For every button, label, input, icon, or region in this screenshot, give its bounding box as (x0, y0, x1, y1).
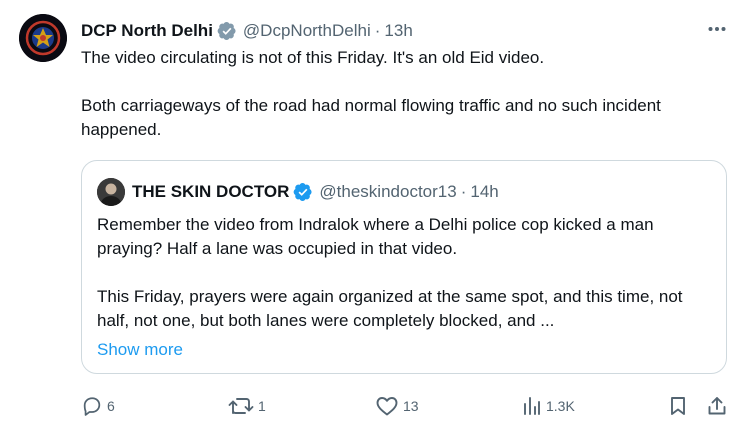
share-button[interactable] (706, 392, 728, 420)
show-more-link[interactable]: Show more (97, 338, 183, 362)
tweet-paragraph: The video circulating is not of this Fri… (81, 48, 545, 67)
author-handle[interactable]: @DcpNorthDelhi (243, 21, 371, 41)
share-icon (708, 397, 726, 415)
reply-button[interactable]: 6 (81, 392, 115, 420)
quoted-author-avatar[interactable] (97, 178, 125, 206)
more-horizontal-icon (708, 27, 726, 31)
tweet-header: DCP North Delhi @DcpNorthDelhi · 13h (81, 20, 413, 42)
reply-count: 6 (107, 398, 115, 414)
separator-dot: · (460, 182, 467, 201)
tweet-actions: 6 1 13 1.3K (0, 392, 745, 420)
analytics-bars-icon (524, 397, 540, 415)
like-button[interactable]: 13 (375, 392, 419, 420)
retweet-count: 1 (258, 398, 266, 414)
quoted-tweet-timestamp[interactable]: 14h (470, 182, 498, 202)
author-avatar[interactable] (19, 14, 67, 62)
tweet-timestamp[interactable]: 13h (384, 21, 412, 41)
retweet-icon (228, 398, 254, 414)
quoted-author-handle[interactable]: @theskindoctor13 (319, 182, 456, 202)
tweet-text: The video circulating is not of this Fri… (81, 46, 721, 142)
heart-icon (376, 397, 398, 416)
bookmark-button[interactable] (668, 392, 688, 420)
views-button[interactable]: 1.3K (522, 392, 575, 420)
tweet[interactable]: DCP North Delhi @DcpNorthDelhi · 13h The… (0, 0, 745, 427)
quoted-author-name[interactable]: THE SKIN DOCTOR (132, 182, 289, 202)
verified-badge-icon (293, 182, 313, 202)
retweet-button[interactable]: 1 (228, 392, 266, 420)
bookmark-icon (671, 397, 685, 415)
more-options-button[interactable] (706, 18, 728, 40)
quoted-tweet-text: Remember the video from Indralok where a… (97, 213, 712, 333)
quoted-tweet[interactable]: THE SKIN DOCTOR @theskindoctor13 · 14h R… (81, 160, 727, 374)
person-avatar-icon (97, 178, 125, 206)
quoted-tweet-paragraph: Remember the video from Indralok where a… (97, 215, 654, 258)
police-emblem-icon (19, 14, 67, 62)
views-count: 1.3K (546, 398, 575, 414)
verified-badge-icon (217, 21, 237, 41)
quoted-tweet-paragraph: This Friday, prayers were again organize… (97, 287, 683, 330)
author-name[interactable]: DCP North Delhi (81, 21, 213, 41)
like-count: 13 (403, 398, 419, 414)
tweet-paragraph: Both carriageways of the road had normal… (81, 96, 661, 139)
separator-dot: · (374, 21, 381, 40)
reply-icon (83, 397, 101, 416)
quoted-tweet-header: THE SKIN DOCTOR @theskindoctor13 · 14h (132, 181, 499, 203)
